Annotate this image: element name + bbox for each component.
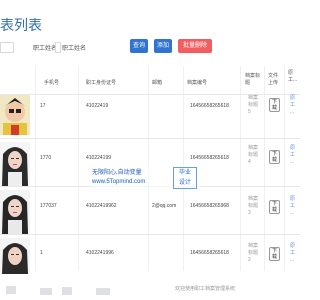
search-button[interactable]: 查询	[130, 39, 148, 53]
cell-archive-no: 16456658265968	[190, 203, 229, 209]
cell-name: ...	[290, 109, 295, 115]
download-label: 载	[271, 254, 277, 260]
header-phone: 手机号	[44, 80, 60, 86]
cell-idcard: 410224199	[86, 155, 112, 161]
cell-archive-title: 档案	[248, 145, 259, 151]
filter-label-2: 职工姓名	[33, 46, 58, 52]
cell-email: 2@qq.com	[152, 203, 177, 209]
col-divider	[35, 66, 36, 271]
cell-idcard: 41022419962	[86, 203, 117, 209]
cell-name: ...	[290, 159, 295, 165]
filter-label-3: 职工姓名	[62, 46, 87, 52]
employee-photo	[0, 238, 30, 274]
watermark-badge-line-2: 设计	[178, 180, 191, 186]
download-label: 载	[271, 207, 277, 213]
header-idcard: 职工身份证号	[86, 80, 117, 86]
cell-phone: 17	[40, 103, 46, 109]
col-divider	[78, 66, 79, 271]
cell-name: 原	[290, 243, 296, 249]
watermark-badge-line-1: 毕业	[178, 170, 191, 176]
cell-archive-title: 标题	[248, 152, 259, 158]
col-divider	[284, 66, 285, 271]
download-button[interactable]: 下载	[269, 150, 280, 164]
blurred-decoration	[6, 286, 16, 294]
download-button[interactable]: 下载	[269, 98, 280, 112]
blurred-decoration	[62, 287, 72, 295]
cell-archive-title: 3	[248, 210, 251, 216]
footer-text: 欢迎使用职工档案管理系统	[175, 286, 236, 292]
cell-name: 工	[290, 102, 296, 108]
header-file-upload: 文件上传	[268, 73, 279, 86]
cell-archive-title: 档案	[248, 196, 259, 202]
cell-idcard: 41022419	[86, 103, 109, 109]
download-button[interactable]: 下载	[269, 200, 280, 214]
cell-archive-title: 档案	[248, 243, 259, 249]
cell-archive-title: 5	[248, 109, 251, 115]
cell-name: 原	[290, 95, 296, 101]
cell-archive-no: 16456658265618	[190, 250, 229, 256]
cell-archive-no: 16456658265618	[190, 103, 229, 109]
watermark-line-1: 无限阳心,自动变量	[92, 170, 142, 176]
watermark-line-2: www.5Topmind.com	[92, 179, 146, 185]
cell-name: 工	[290, 203, 296, 209]
download-label: 载	[271, 157, 277, 163]
watermark-overlay: 无限阳心,自动变量 www.5Topmind.com 毕业 设计	[90, 166, 200, 190]
cell-idcard: 4102241996	[86, 250, 114, 256]
cell-archive-title: 标题	[248, 102, 259, 108]
header-name-short: 原工...	[288, 70, 298, 83]
add-button[interactable]: 添加	[154, 39, 172, 53]
header-email: 邮箱	[152, 80, 163, 86]
employee-photo	[0, 190, 30, 234]
employee-photo	[0, 142, 30, 186]
cell-name: 原	[290, 145, 296, 151]
blurred-decoration	[40, 288, 52, 295]
cell-phone: 1	[40, 250, 43, 256]
cell-archive-no: 16456658265618	[190, 155, 229, 161]
watermark-badge: 毕业 设计	[173, 167, 197, 189]
footer: 欢迎使用职工档案管理系统	[0, 276, 300, 300]
cell-archive-title: 标题	[248, 203, 259, 209]
cell-name: 工	[290, 152, 296, 158]
header-archive-title: 档案标题	[245, 73, 261, 86]
cell-phone: 177037	[40, 203, 57, 209]
cell-name: ...	[290, 210, 295, 216]
header-archive-no: 档案编号	[187, 80, 208, 86]
blurred-decoration	[96, 288, 110, 295]
col-divider	[240, 66, 241, 271]
download-button[interactable]: 下载	[269, 247, 280, 261]
filter-input-2[interactable]	[55, 42, 61, 53]
employee-photo	[0, 95, 30, 135]
batch-delete-button[interactable]: 批量删除	[178, 39, 212, 53]
cell-archive-title: 标题	[248, 250, 259, 256]
col-divider	[264, 66, 265, 271]
cell-name: ...	[290, 257, 295, 263]
cell-name: 原	[290, 196, 296, 202]
row-divider	[0, 138, 300, 139]
cell-archive-title: 4	[248, 159, 251, 165]
filter-input-1[interactable]	[0, 42, 14, 53]
cell-name: 工	[290, 250, 296, 256]
cell-archive-title: 档案	[248, 95, 259, 101]
cell-archive-title: 2	[248, 257, 251, 263]
cell-phone: 1770	[40, 155, 52, 161]
download-label: 载	[271, 105, 277, 111]
row-divider	[0, 234, 300, 235]
page-title: 表列表	[0, 17, 42, 33]
